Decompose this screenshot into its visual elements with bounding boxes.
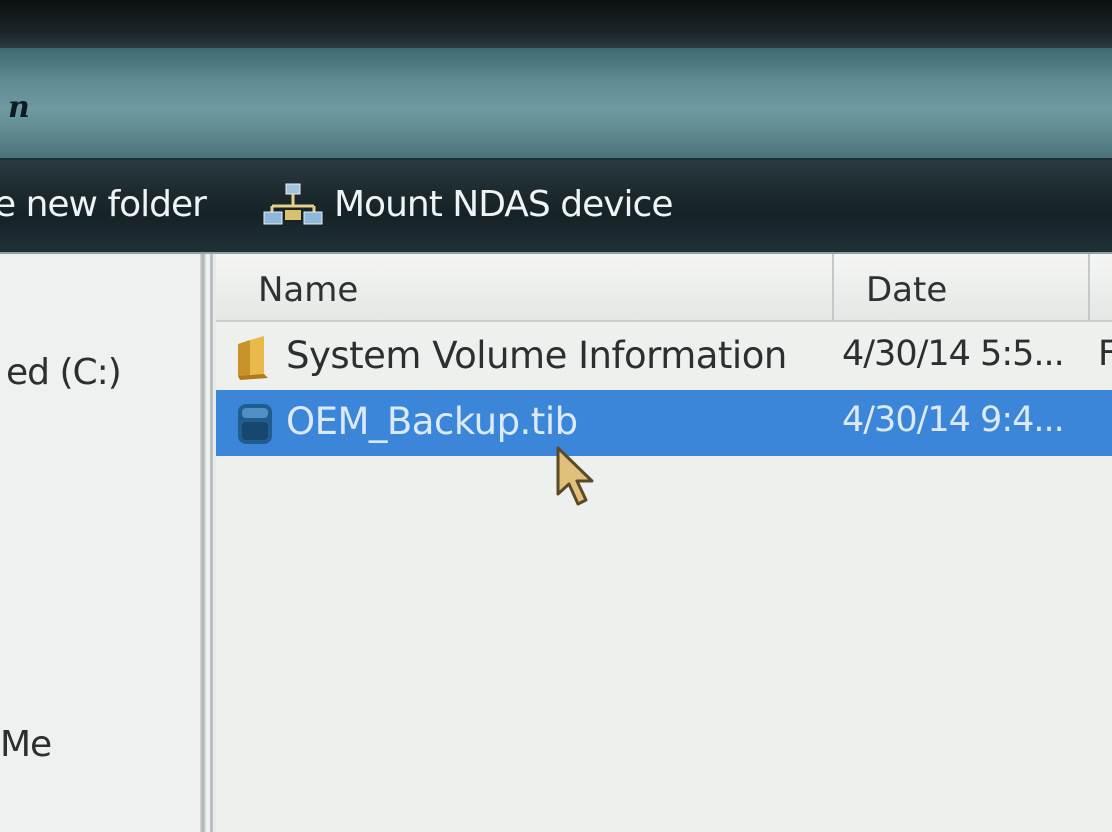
file-row-oem-backup-tib[interactable]: OEM_Backup.tib 4/30/14 9:4...	[216, 390, 1112, 456]
mount-ndas-device-button[interactable]: Mount NDAS device	[262, 182, 673, 226]
column-header-name[interactable]: Name	[258, 270, 358, 310]
file-type: F	[1098, 334, 1112, 374]
toolbar: e new folder Mount NDAS device	[0, 160, 1112, 254]
network-drive-icon	[263, 183, 323, 225]
window-title: n	[8, 90, 30, 125]
mouse-pointer-icon	[556, 446, 594, 506]
mount-ndas-device-label: Mount NDAS device	[334, 183, 673, 225]
monitor-bezel	[0, 0, 1112, 48]
backup-file-icon	[238, 404, 272, 444]
nav-item-me[interactable]: Me	[0, 724, 52, 765]
pane-splitter[interactable]	[200, 254, 206, 832]
file-row-system-volume-information[interactable]: System Volume Information 4/30/14 5:5...…	[216, 324, 1112, 388]
new-folder-button[interactable]: e new folder	[0, 182, 207, 226]
file-date: 4/30/14 5:5...	[842, 334, 1065, 374]
column-divider[interactable]	[832, 254, 834, 320]
file-name: OEM_Backup.tib	[286, 400, 578, 443]
file-list: Name Date System Volume Information 4/30…	[216, 254, 1112, 832]
column-divider[interactable]	[1088, 254, 1090, 320]
new-folder-label: e new folder	[0, 183, 207, 225]
file-name: System Volume Information	[286, 334, 787, 377]
nav-item-local-disk-c[interactable]: ed (C:)	[6, 352, 122, 393]
column-header-date[interactable]: Date	[866, 270, 947, 310]
window-titlebar[interactable]: n	[0, 48, 1112, 160]
file-date: 4/30/14 9:4...	[842, 400, 1065, 440]
screen: n e new folder Mount NDAS device ed (C:)…	[0, 0, 1112, 832]
column-header-row: Name Date	[216, 254, 1112, 322]
folder-icon	[238, 336, 268, 380]
